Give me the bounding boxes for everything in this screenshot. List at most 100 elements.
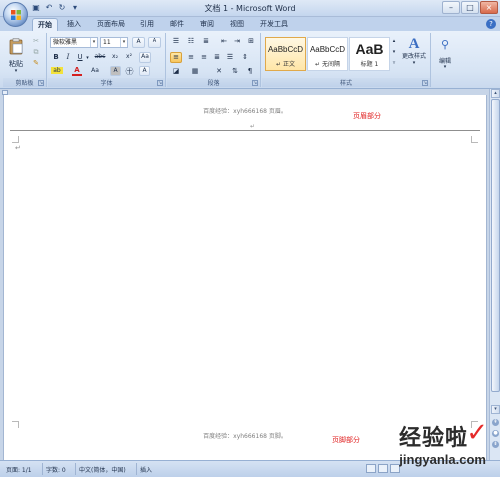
font-color-button[interactable]: A [72, 66, 82, 76]
strikethrough-button[interactable]: abc [93, 53, 107, 60]
paragraph-launcher-icon[interactable]: ↘ [252, 80, 258, 86]
margin-corner-top-right [471, 136, 478, 143]
justify-icon[interactable]: ≣ [211, 53, 223, 61]
bold-button[interactable]: B [51, 53, 61, 61]
clear-formatting-button[interactable]: Aa [139, 52, 151, 63]
align-center-icon[interactable]: ≡ [185, 53, 197, 61]
font-name-select[interactable]: 微软雅黑 ▾ [50, 37, 98, 48]
tab-references[interactable]: 引用 [135, 18, 159, 31]
char-border-button[interactable]: A [139, 66, 150, 76]
align-right-icon[interactable]: ≡ [198, 53, 210, 61]
enclose-char-icon[interactable]: ㊉ [124, 66, 135, 77]
editing-group[interactable]: ⚲ 编辑 ▾ [432, 33, 458, 87]
title-bar: ▣ ↶ ↻ ▾ 文档 1 - Microsoft Word – □ × [0, 0, 500, 17]
highlight-button[interactable]: ab [51, 67, 63, 74]
copy-icon[interactable]: ⧉ [31, 48, 41, 57]
subscript-button[interactable]: x₂ [109, 53, 121, 60]
superscript-button[interactable]: x² [123, 53, 135, 60]
sort-icon[interactable]: ⇅ [229, 67, 241, 75]
language-indicator[interactable]: 中文(简体，中国) [79, 465, 126, 474]
scroll-up-icon[interactable]: ▴ [491, 89, 500, 98]
underline-dropdown-icon[interactable]: ▾ [84, 55, 91, 61]
grow-font-button[interactable]: A [132, 37, 145, 48]
window-title: 文档 1 - Microsoft Word [204, 4, 296, 13]
previous-page-icon[interactable]: ⇞ [492, 419, 499, 426]
page-count[interactable]: 页面: 1/1 [6, 465, 32, 474]
change-case-button[interactable]: Aa [88, 67, 102, 74]
paragraph-group: ☰ ☷ ≣ ⇤ ⇥ ⊞ ≡ ≡ ≡ ≣ ☰ ⇕ ◪ ▦ ✕ ⇅ ¶ 段落 ↘ [167, 33, 261, 87]
tab-page-layout[interactable]: 页面布局 [92, 18, 130, 31]
paste-dropdown-icon[interactable]: ▾ [11, 68, 21, 74]
font-size-select[interactable]: 11 ▾ [100, 37, 128, 48]
insert-mode-indicator[interactable]: 插入 [140, 465, 152, 474]
window-controls: – □ × [442, 1, 498, 14]
numbering-icon[interactable]: ☷ [185, 37, 197, 45]
document-page[interactable]: 百度经验：xyh666168 页眉。 页眉部分 ↵ ↵ 百度经验：xyh6661… [3, 95, 487, 460]
close-button[interactable]: × [480, 1, 498, 14]
grow-font-label: A [136, 38, 141, 45]
chinese-layout-icon[interactable]: ⊞ [245, 37, 257, 45]
margin-corner-bottom-left [12, 421, 19, 428]
scroll-down-icon[interactable]: ▾ [491, 405, 500, 414]
paste-button[interactable] [6, 37, 26, 59]
tab-view[interactable]: 视图 [225, 18, 249, 31]
tab-developer[interactable]: 开发工具 [255, 18, 293, 31]
style-heading-1-sample: AaB [355, 41, 384, 57]
find-icon: ⚲ [440, 38, 450, 51]
styles-launcher-icon[interactable]: ↘ [422, 80, 428, 86]
word-count[interactable]: 字数: 0 [46, 465, 66, 474]
clipboard-group: 粘贴 ▾ ✂ ⧉ ✎ 剪贴板 ↘ [3, 33, 47, 87]
borders-icon[interactable]: ▦ [189, 67, 201, 75]
asian-typography-icon[interactable]: ✕ [213, 67, 225, 75]
font-group: 微软雅黑 ▾ 11 ▾ A A B I U ▾ abc x₂ x² Aa ab … [48, 33, 166, 87]
scroll-thumb[interactable] [491, 99, 500, 392]
styles-scroll-down-icon[interactable]: ▾ [391, 49, 397, 55]
format-painter-icon[interactable]: ✎ [31, 59, 41, 67]
tab-review[interactable]: 审阅 [195, 18, 219, 31]
paragraph-group-label: 段落 [167, 78, 260, 87]
increase-indent-icon[interactable]: ⇥ [231, 37, 243, 45]
align-left-icon: ≡ [173, 53, 179, 61]
change-styles-icon: A [408, 36, 420, 52]
distributed-icon[interactable]: ☰ [224, 53, 236, 61]
italic-button[interactable]: I [63, 53, 73, 61]
styles-more-icon[interactable]: ▿ [391, 60, 397, 66]
shading-icon[interactable]: ◪ [170, 67, 182, 75]
styles-group-label: 样式 [262, 78, 430, 87]
cut-icon[interactable]: ✂ [31, 37, 41, 45]
office-button[interactable] [3, 2, 28, 27]
style-normal-name: ↵ 正文 [276, 61, 295, 68]
shrink-font-button[interactable]: A [148, 37, 161, 48]
style-normal[interactable]: AaBbCcD ↵ 正文 [265, 37, 306, 71]
multilevel-list-icon[interactable]: ≣ [200, 37, 212, 45]
vertical-scrollbar[interactable]: ▴ ▾ ⇞ ● ⇟ [489, 89, 500, 460]
status-separator [42, 463, 43, 475]
line-spacing-icon[interactable]: ⇕ [239, 53, 251, 61]
style-no-spacing-name: ↵ 无间隔 [315, 61, 340, 68]
clear-formatting-label: Aa [141, 53, 149, 60]
align-left-button[interactable]: ≡ [170, 52, 182, 63]
bullets-icon[interactable]: ☰ [170, 37, 182, 45]
next-page-icon[interactable]: ⇟ [492, 441, 499, 448]
tab-home[interactable]: 开始 [32, 18, 58, 31]
decrease-indent-icon[interactable]: ⇤ [218, 37, 230, 45]
style-heading-1[interactable]: AaB 标题 1 [349, 37, 390, 71]
tab-insert[interactable]: 插入 [62, 18, 86, 31]
help-icon[interactable]: ? [486, 19, 496, 29]
change-styles-label: 更改样式 [401, 53, 426, 60]
styles-scroll-up-icon[interactable]: ▴ [391, 38, 397, 44]
font-launcher-icon[interactable]: ↘ [157, 80, 163, 86]
change-styles-button[interactable]: A 更改样式 ▾ [399, 36, 429, 66]
minimize-button[interactable]: – [442, 1, 460, 14]
font-name-value: 微软雅黑 [53, 39, 78, 46]
browse-object-icon[interactable]: ● [492, 430, 499, 437]
show-marks-icon[interactable]: ¶ [244, 67, 256, 75]
ribbon-tabs: 开始 插入 页面布局 引用 邮件 审阅 视图 开发工具 ? [0, 17, 500, 31]
paste-icon [9, 38, 23, 55]
tab-mailings[interactable]: 邮件 [165, 18, 189, 31]
style-no-spacing[interactable]: AaBbCcD ↵ 无间隔 [307, 37, 348, 71]
clipboard-launcher-icon[interactable]: ↘ [38, 80, 44, 86]
char-shading-button[interactable]: A [110, 66, 121, 76]
chevron-down-icon: ▾ [90, 38, 97, 47]
maximize-button[interactable]: □ [461, 1, 479, 14]
